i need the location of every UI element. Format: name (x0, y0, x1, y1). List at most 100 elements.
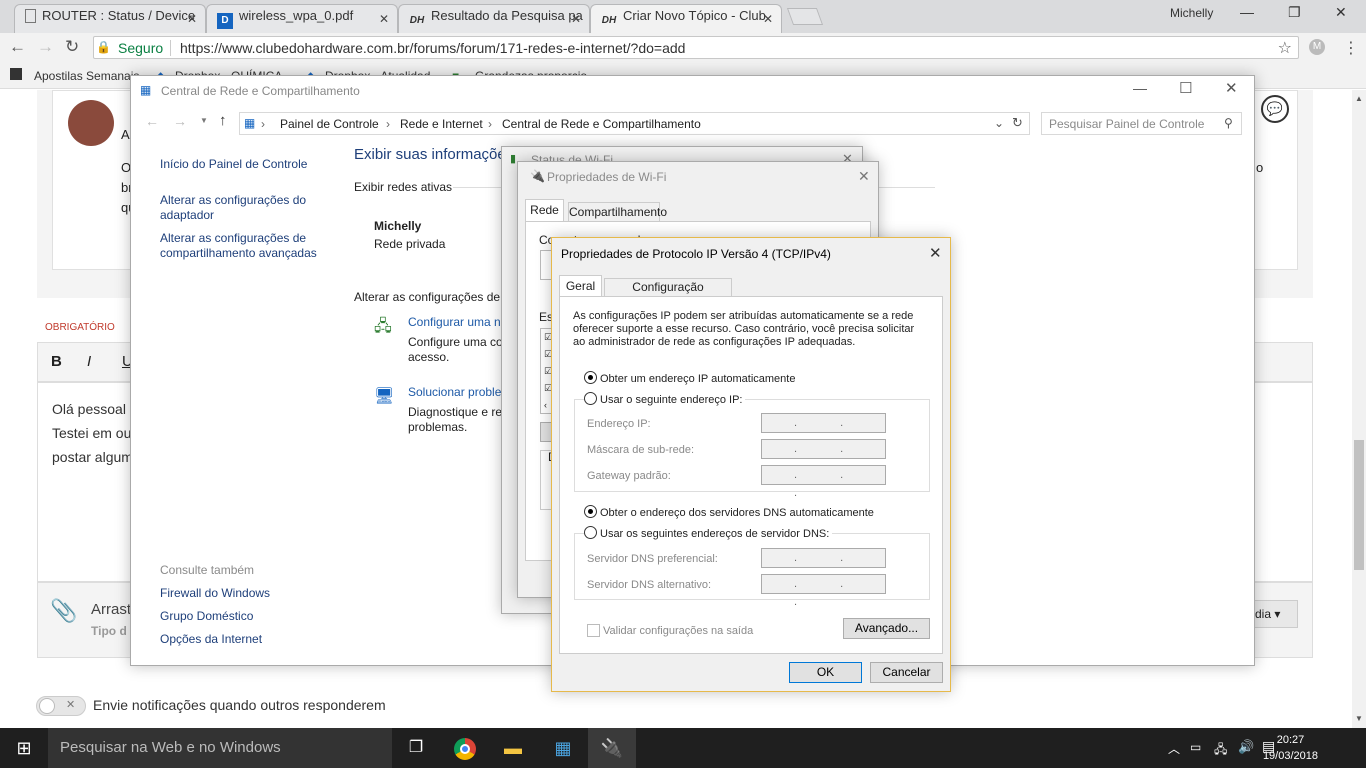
signal-icon: ▮ (510, 153, 517, 165)
tab-search-result[interactable]: DH Resultado da Pesquisa pa ✕ (398, 4, 590, 33)
scroll-down-icon[interactable]: ▼ (1355, 714, 1363, 723)
homegroup-link[interactable]: Grupo Doméstico (160, 609, 253, 623)
ip-auto-radio[interactable]: Obter um endereço IP automaticamente (584, 371, 795, 385)
bookmark-star-icon[interactable]: ☆ (1278, 38, 1292, 58)
tab-alternate-config[interactable]: Configuração alternativa (604, 278, 732, 311)
volume-icon[interactable]: 🔊 (1238, 739, 1254, 755)
alternate-dns-field[interactable]: . . . (761, 574, 886, 608)
menu-icon[interactable]: ⋮ (1343, 38, 1359, 58)
notification-icon[interactable]: ▤ (1262, 738, 1275, 755)
post-snippet: o (1256, 160, 1264, 175)
page-heading: Exibir suas informaçõe (354, 146, 506, 163)
sidebar-sharing[interactable]: Alterar as configurações de compartilham… (160, 231, 330, 261)
page-scrollbar[interactable]: ▲ ▼ (1352, 90, 1366, 728)
radio-icon (584, 392, 597, 405)
url-text[interactable]: https://www.clubedohardware.com.br/forum… (180, 40, 685, 56)
italic-button[interactable]: I (87, 353, 91, 370)
file-explorer-icon[interactable]: ▬ (489, 728, 537, 768)
back-icon[interactable]: ← (9, 37, 26, 57)
search-box[interactable]: Pesquisar Painel de Controle ⚲ (1041, 112, 1242, 135)
close-tab-icon[interactable]: ✕ (187, 8, 197, 30)
validate-checkbox[interactable] (587, 624, 600, 637)
bold-button[interactable]: B (51, 353, 62, 370)
scroll-up-icon[interactable]: ▲ (1355, 94, 1363, 103)
tab-compartilhamento[interactable]: Compartilhamento (568, 202, 667, 222)
chrome-icon[interactable] (441, 728, 489, 768)
ok-button[interactable]: OK (789, 662, 862, 683)
url-divider (170, 40, 171, 56)
address-bar[interactable]: 🔒 Seguro https://www.clubedohardware.com… (93, 36, 1299, 59)
maximize-icon[interactable]: ☐ (1179, 79, 1192, 97)
forward-icon[interactable]: → (37, 37, 54, 57)
tab-new-topic[interactable]: DH Criar Novo Tópico - Club ✕ (590, 4, 782, 33)
chevron-down-icon[interactable]: ▼ (200, 116, 208, 125)
tray-chevron-icon[interactable]: ︿ (1168, 740, 1180, 757)
dns-manual-radio[interactable]: Usar os seguintes endereços de servidor … (584, 526, 833, 540)
ip-address-label: Endereço IP: (587, 418, 651, 430)
close-tab-icon[interactable]: ✕ (571, 8, 581, 30)
network-properties-icon[interactable]: 🔌 (588, 728, 636, 768)
task-view-icon[interactable]: ❐ (392, 728, 440, 768)
control-panel-icon[interactable]: ▦ (539, 728, 587, 768)
network-tray-icon[interactable]: 🖧 (1214, 740, 1227, 761)
taskbar-search[interactable]: Pesquisar na Web e no Windows (48, 728, 392, 768)
back-icon[interactable]: ← (145, 113, 159, 129)
tab-title: Criar Novo Tópico - Club (623, 8, 766, 23)
sidebar-adapter[interactable]: Alterar as configurações do adaptador (160, 193, 330, 223)
restore-icon[interactable]: ❐ (1288, 4, 1301, 21)
windows-start-icon[interactable]: ⊞ (0, 728, 48, 768)
close-tab-icon[interactable]: ✕ (379, 8, 389, 30)
chevron-down-icon[interactable]: ⌄ (994, 116, 1004, 130)
cancel-button[interactable]: Cancelar (870, 662, 943, 683)
breadcrumb-item[interactable]: Painel de Controle (280, 117, 379, 131)
close-window-icon[interactable]: ✕ (1335, 4, 1347, 21)
chat-icon[interactable]: 💬 (1261, 95, 1289, 123)
scroll-thumb[interactable] (1354, 440, 1364, 570)
internet-options-link[interactable]: Opções da Internet (160, 632, 262, 646)
forward-icon[interactable]: → (173, 113, 187, 129)
minimize-icon[interactable]: — (1240, 4, 1254, 20)
dns-auto-radio[interactable]: Obter o endereço dos servidores DNS auto… (584, 505, 874, 519)
preferred-dns-field[interactable]: . . . (761, 548, 886, 582)
tab-rede[interactable]: Rede (525, 199, 564, 222)
battery-icon[interactable]: ▭ (1190, 740, 1201, 754)
chrome-user-name[interactable]: Michelly (1170, 6, 1213, 20)
search-icon[interactable]: ⚲ (1224, 116, 1233, 130)
ip-auto-label: Obter um endereço IP automaticamente (600, 373, 796, 385)
troubleshoot-link[interactable]: Solucionar proble (408, 385, 501, 399)
close-icon[interactable]: ✕ (1225, 79, 1238, 97)
sidebar-home[interactable]: Início do Painel de Controle (160, 157, 307, 171)
troubleshoot-icon: 🖥 (374, 388, 395, 405)
ip-manual-label: Usar o seguinte endereço IP: (600, 394, 743, 406)
refresh-icon[interactable]: ↻ (1012, 115, 1023, 131)
notify-toggle[interactable]: ✕ (36, 696, 86, 716)
tab-router-status[interactable]: ROUTER : Status / Device ✕ (14, 4, 206, 33)
taskbar: ⊞ Pesquisar na Web e no Windows ❐ ▬ ▦ 🔌 … (0, 728, 1366, 768)
tab-panel: As configurações IP podem ser atribuídas… (559, 296, 943, 654)
close-icon[interactable]: ✕ (929, 244, 942, 262)
breadcrumb-item[interactable]: Central de Rede e Compartilhamento (502, 117, 701, 131)
apps-icon[interactable] (10, 68, 22, 80)
new-tab-button[interactable] (786, 8, 824, 25)
minimize-icon[interactable]: — (1133, 80, 1147, 96)
close-tab-icon[interactable]: ✕ (763, 8, 773, 30)
setup-network-link[interactable]: Configurar uma n (408, 315, 501, 329)
reload-icon[interactable]: ↻ (65, 37, 79, 57)
close-icon[interactable]: ✕ (858, 168, 870, 185)
up-icon[interactable]: ↑ (219, 112, 227, 129)
gateway-field[interactable]: . . . (761, 465, 886, 499)
ip-address-field[interactable]: . . . (761, 413, 886, 447)
extension-icon[interactable]: M (1309, 39, 1325, 55)
subnet-mask-field[interactable]: . . . (761, 439, 886, 473)
tab-pdf[interactable]: Dwireless_wpa_0.pdf ✕ (206, 4, 398, 33)
ip-manual-radio[interactable]: Usar o seguinte endereço IP: (584, 392, 746, 406)
gateway-label: Gateway padrão: (587, 470, 671, 482)
breadcrumb[interactable]: ▦ › Painel de Controle › Rede e Internet… (239, 112, 1030, 135)
setup-network-desc: acesso. (408, 350, 450, 364)
tab-geral[interactable]: Geral (559, 275, 602, 297)
tab-bar: ROUTER : Status / Device ✕ Dwireless_wpa… (0, 0, 1366, 33)
firewall-link[interactable]: Firewall do Windows (160, 586, 270, 600)
breadcrumb-item[interactable]: Rede e Internet (400, 117, 483, 131)
bookmark-item[interactable]: Apostilas Semanais (34, 69, 139, 83)
advanced-button[interactable]: Avançado... (843, 618, 930, 639)
